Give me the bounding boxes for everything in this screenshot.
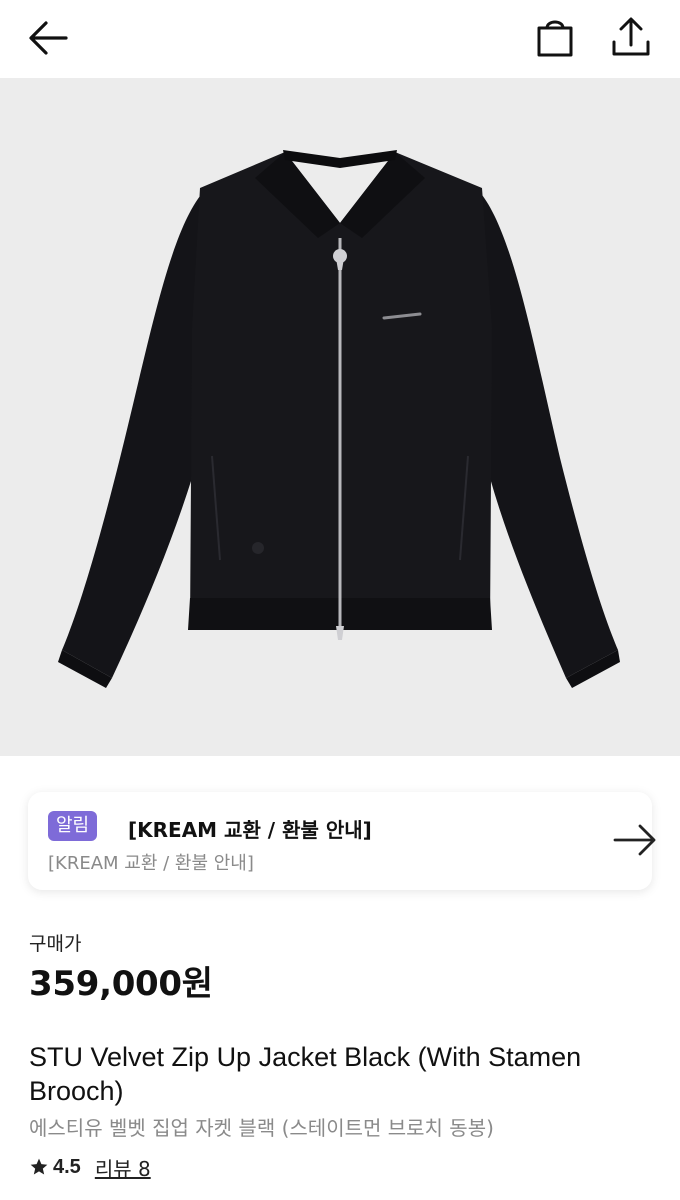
top-navigation-bar xyxy=(0,0,680,78)
price-value: 359,000원 xyxy=(29,964,213,1004)
price-label: 구매가 xyxy=(29,933,82,955)
rating-row: 4.5 리뷰 8 xyxy=(29,1153,151,1181)
reviews-link[interactable]: 리뷰 8 xyxy=(95,1153,151,1182)
exchange-refund-notice[interactable]: 알림 [KREAM 교환 / 환불 안내] [KREAM 교환 / 환불 안내] xyxy=(28,792,656,890)
black-velvet-zip-jacket-image xyxy=(58,150,620,688)
shopping-bag-icon[interactable] xyxy=(534,18,576,60)
product-name-english: STU Velvet Zip Up Jacket Black (With Sta… xyxy=(29,1042,582,1106)
star-icon xyxy=(30,1158,48,1175)
arrow-left-icon[interactable] xyxy=(26,18,70,58)
product-name-korean: 에스티유 벨벳 집업 자켓 블랙 (스테이트먼 브로치 동봉) xyxy=(29,1116,494,1140)
arrow-right-icon[interactable] xyxy=(612,822,658,858)
notice-title: [KREAM 교환 / 환불 안내] xyxy=(128,818,372,842)
product-image[interactable] xyxy=(0,78,680,756)
notice-badge: 알림 xyxy=(48,811,98,841)
notice-subtitle: [KREAM 교환 / 환불 안내] xyxy=(48,853,254,874)
share-upload-icon[interactable] xyxy=(610,16,652,60)
rating-value: 4.5 xyxy=(53,1155,81,1178)
